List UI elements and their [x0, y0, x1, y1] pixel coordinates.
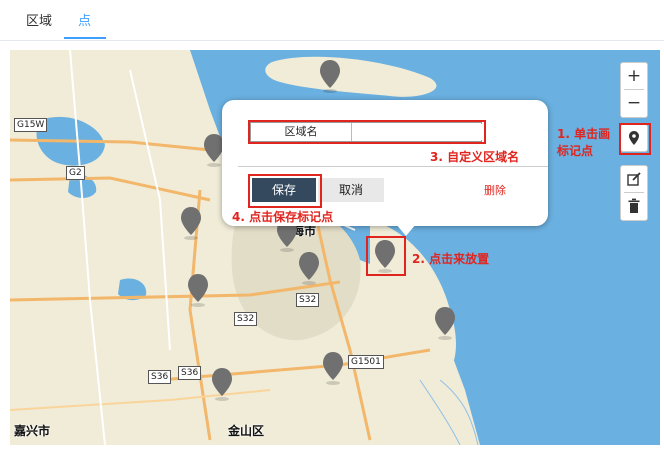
- delete-link[interactable]: 删除: [484, 182, 506, 198]
- annotation-step1-line2: 标记点: [557, 144, 594, 158]
- map-marker-icon[interactable]: [178, 205, 204, 241]
- annotation-step4: 4. 点击保存标记点: [232, 210, 334, 224]
- road-label: S32: [234, 312, 258, 326]
- popup-divider: [238, 166, 548, 167]
- place-label-jinshan: 金山区: [228, 424, 265, 438]
- road-label: G2: [66, 166, 85, 180]
- tab-area[interactable]: 区域: [26, 10, 52, 29]
- delete-button[interactable]: [621, 193, 647, 219]
- map-marker-icon[interactable]: [209, 366, 235, 402]
- place-label-jiaxing: 嘉兴市: [14, 424, 51, 438]
- road-label: S36: [178, 366, 202, 380]
- tab-point[interactable]: 点: [78, 10, 91, 29]
- trash-icon: [628, 198, 640, 213]
- annotation-box-draw: [619, 123, 651, 155]
- road-label: S32: [296, 293, 320, 307]
- cancel-button[interactable]: 取消: [318, 178, 384, 202]
- map-marker-icon[interactable]: [296, 250, 322, 286]
- road-label: G1501: [348, 355, 384, 369]
- minus-icon[interactable]: −: [621, 90, 647, 116]
- active-tab-indicator: [64, 37, 106, 39]
- annotation-box-place: [366, 236, 406, 276]
- annotation-step1: 1. 单击画 标记点: [557, 125, 610, 159]
- zoom-control: + −: [620, 62, 648, 118]
- edit-icon: [627, 172, 641, 186]
- annotation-step1-line1: 1. 单击画: [557, 127, 611, 141]
- map-marker-icon[interactable]: [320, 350, 346, 386]
- tab-bar: 区域 点: [0, 0, 664, 41]
- annotation-step2: 2. 点击来放置: [412, 252, 490, 266]
- edit-toolbar: [620, 165, 648, 221]
- map-marker-icon[interactable]: [432, 305, 458, 341]
- edit-button[interactable]: [621, 166, 647, 192]
- road-label: S36: [148, 370, 172, 384]
- plus-icon[interactable]: +: [621, 63, 647, 89]
- map-marker-icon[interactable]: [185, 272, 211, 308]
- annotation-box-save: [248, 174, 322, 208]
- annotation-box-name: [248, 120, 486, 144]
- map-marker-icon[interactable]: [317, 58, 343, 94]
- popup-tail: [396, 224, 416, 236]
- annotation-step3: 3. 自定义区域名: [430, 150, 520, 164]
- road-label: G15W: [14, 118, 48, 132]
